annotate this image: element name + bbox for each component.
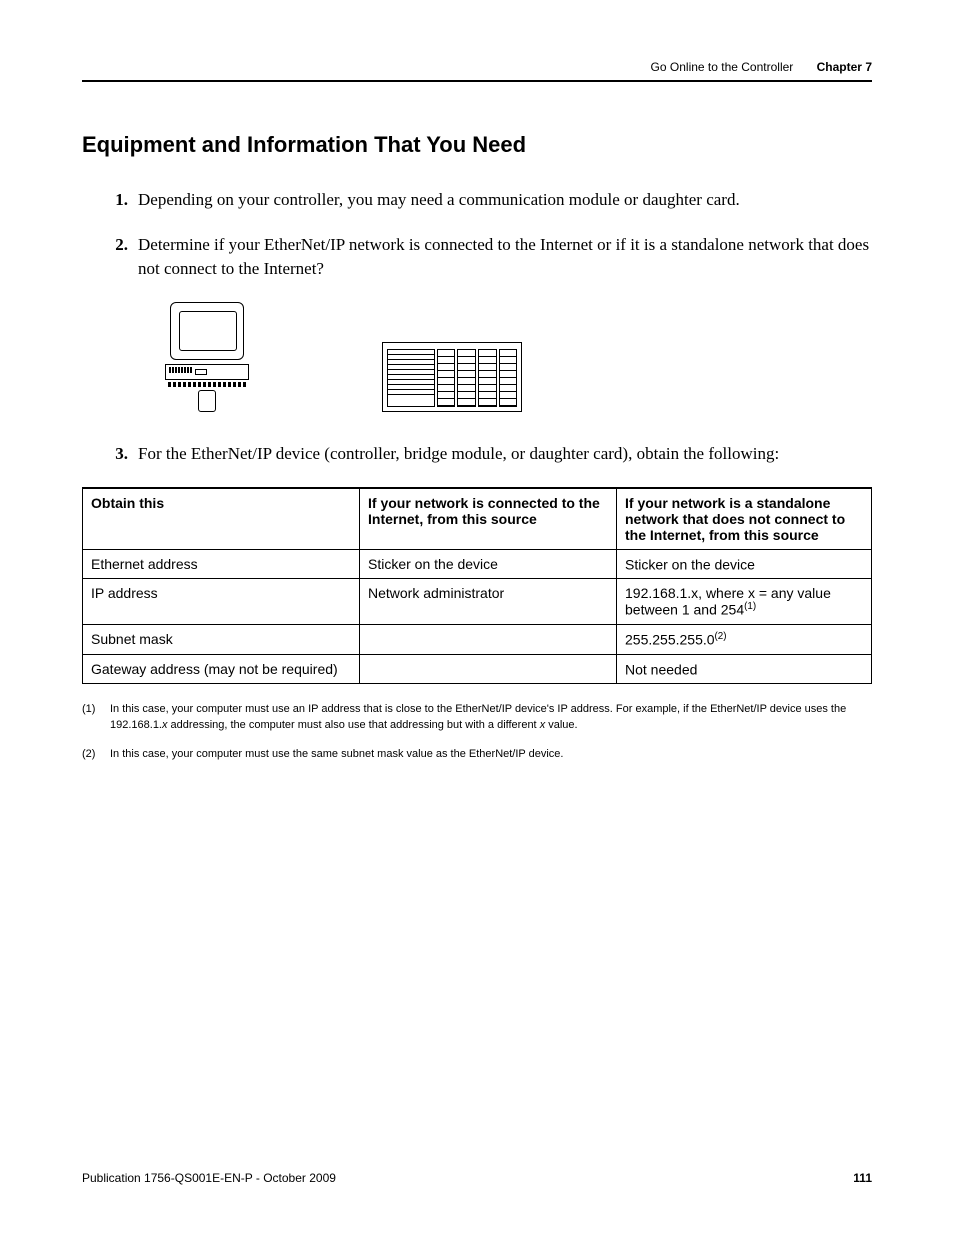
steps-list-cont: 3. For the EtherNet/IP device (controlle… <box>102 442 872 467</box>
page-number: 111 <box>853 1171 872 1185</box>
chapter-label: Chapter 7 <box>817 60 872 74</box>
th-obtain: Obtain this <box>83 488 360 550</box>
cell-standalone: Sticker on the device <box>617 549 872 579</box>
step-text: For the EtherNet/IP device (controller, … <box>138 442 872 467</box>
cell-connected <box>360 624 617 654</box>
step-number: 1. <box>102 188 128 213</box>
step-number: 3. <box>102 442 128 467</box>
footnote-mark: (1) <box>82 702 100 733</box>
mouse-icon <box>198 390 216 412</box>
cell-obtain: Ethernet address <box>83 549 360 579</box>
breadcrumb: Go Online to the Controller <box>651 60 794 74</box>
table-row: Subnet mask 255.255.255.0(2) <box>83 624 872 654</box>
cell-obtain: IP address <box>83 579 360 625</box>
cell-connected: Network administrator <box>360 579 617 625</box>
cell-standalone: 255.255.255.0(2) <box>617 624 872 654</box>
rack-slot-icon <box>478 349 497 407</box>
table-row: IP address Network administrator 192.168… <box>83 579 872 625</box>
keyboard-icon <box>165 364 249 380</box>
step-text: Determine if your EtherNet/IP network is… <box>138 233 872 282</box>
diagram-row <box>162 302 872 412</box>
keyboard-keys-icon <box>168 382 246 387</box>
monitor-icon <box>170 302 244 360</box>
rack-slot-icon <box>499 349 518 407</box>
footnotes: (1) In this case, your computer must use… <box>82 702 872 762</box>
cell-obtain: Gateway address (may not be required) <box>83 654 360 684</box>
cell-connected: Sticker on the device <box>360 549 617 579</box>
info-table: Obtain this If your network is connected… <box>82 487 872 685</box>
rack-slot-icon <box>457 349 476 407</box>
page: Go Online to the Controller Chapter 7 Eq… <box>0 0 954 1235</box>
controller-icon <box>382 342 522 412</box>
footnote-2: (2) In this case, your computer must use… <box>82 747 872 762</box>
table-row: Ethernet address Sticker on the device S… <box>83 549 872 579</box>
page-footer: Publication 1756-QS001E-EN-P - October 2… <box>82 1171 872 1185</box>
footnote-mark: (2) <box>82 747 100 762</box>
footnote-text: In this case, your computer must use the… <box>110 747 563 762</box>
th-standalone: If your network is a standalone network … <box>617 488 872 550</box>
table-header-row: Obtain this If your network is connected… <box>83 488 872 550</box>
step-2: 2. Determine if your EtherNet/IP network… <box>102 233 872 282</box>
footnote-text: In this case, your computer must use an … <box>110 702 872 733</box>
running-header: Go Online to the Controller Chapter 7 <box>82 60 872 74</box>
computer-icon <box>162 302 252 412</box>
rack-slot-icon <box>437 349 456 407</box>
footnote-1: (1) In this case, your computer must use… <box>82 702 872 733</box>
step-1: 1. Depending on your controller, you may… <box>102 188 872 213</box>
section-heading: Equipment and Information That You Need <box>82 132 872 158</box>
step-text: Depending on your controller, you may ne… <box>138 188 872 213</box>
header-rule <box>82 80 872 82</box>
cell-connected <box>360 654 617 684</box>
step-number: 2. <box>102 233 128 282</box>
table-row: Gateway address (may not be required) No… <box>83 654 872 684</box>
cell-standalone: Not needed <box>617 654 872 684</box>
steps-list: 1. Depending on your controller, you may… <box>102 188 872 282</box>
rack-ps-icon <box>387 349 435 407</box>
cell-standalone: 192.168.1.x, where x = any value between… <box>617 579 872 625</box>
publication-id: Publication 1756-QS001E-EN-P - October 2… <box>82 1171 336 1185</box>
step-3: 3. For the EtherNet/IP device (controlle… <box>102 442 872 467</box>
th-connected: If your network is connected to the Inte… <box>360 488 617 550</box>
cell-obtain: Subnet mask <box>83 624 360 654</box>
